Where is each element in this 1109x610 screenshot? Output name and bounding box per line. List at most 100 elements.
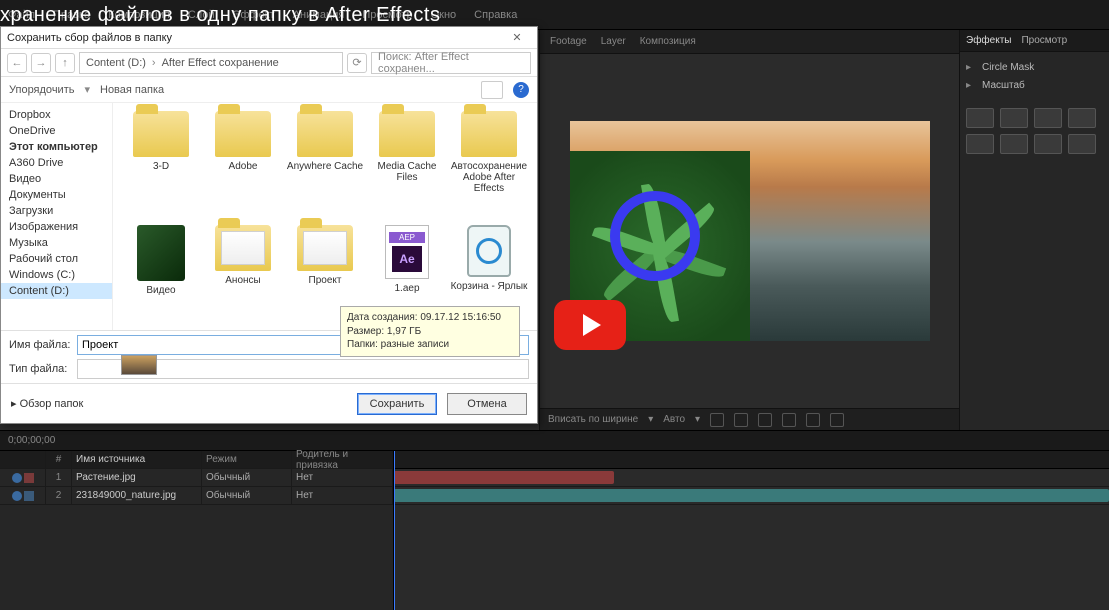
- preset-icon[interactable]: [1068, 134, 1096, 154]
- folder-icon: [133, 111, 189, 157]
- recycle-bin-icon: [467, 225, 511, 277]
- organize-menu[interactable]: Упорядочить: [9, 84, 74, 96]
- zoom-level[interactable]: Вписать по ширине: [548, 414, 638, 425]
- expand-folders-link[interactable]: ▸ Обзор папок: [11, 397, 83, 410]
- play-button[interactable]: [554, 300, 626, 350]
- image-thumb-icon: [137, 225, 185, 281]
- layer-number: 2: [46, 487, 72, 504]
- layer-bar[interactable]: [394, 489, 1109, 502]
- folder-icon: [379, 111, 435, 157]
- tree-item[interactable]: Dropbox: [1, 107, 112, 123]
- file-item[interactable]: 3-D: [121, 111, 201, 221]
- label-color[interactable]: [24, 491, 34, 501]
- preset-icon[interactable]: [966, 134, 994, 154]
- file-item[interactable]: Видео: [121, 225, 201, 330]
- menu-help[interactable]: Справка: [474, 9, 517, 21]
- eye-icon[interactable]: [12, 473, 22, 483]
- tree-item[interactable]: Рабочий стол: [1, 251, 112, 267]
- help-icon[interactable]: ?: [513, 82, 529, 98]
- mask-toggle-icon[interactable]: [734, 413, 748, 427]
- close-icon[interactable]: ✕: [503, 31, 531, 44]
- grid-toggle-icon[interactable]: [710, 413, 724, 427]
- preset-icon[interactable]: [1034, 134, 1062, 154]
- filetype-label: Тип файла:: [9, 363, 77, 375]
- effect-row[interactable]: ▸Масштаб: [966, 76, 1103, 94]
- viewer-tab-comp[interactable]: Композиция: [640, 36, 696, 47]
- file-grid[interactable]: 3-DAdobeAnywhere CacheMedia Cache FilesА…: [113, 103, 537, 330]
- timeline-timecode[interactable]: 0;00;00;00: [8, 435, 55, 446]
- navigation-tree[interactable]: DropboxOneDriveЭтот компьютерA360 DriveВ…: [1, 103, 113, 330]
- layer-row[interactable]: 2 231849000_nature.jpg Обычный Нет: [0, 487, 393, 505]
- effect-name: Масштаб: [982, 80, 1103, 91]
- save-button[interactable]: Сохранить: [357, 393, 437, 415]
- effect-row[interactable]: ▸Circle Mask: [966, 58, 1103, 76]
- tree-item[interactable]: Документы: [1, 187, 112, 203]
- folder-icon: [297, 111, 353, 157]
- resolution-setting[interactable]: Авто: [663, 414, 685, 425]
- refresh-icon[interactable]: ⟳: [347, 53, 367, 73]
- snapshot-icon[interactable]: [830, 413, 844, 427]
- tree-item[interactable]: Windows (C:): [1, 267, 112, 283]
- panel-tab-preview[interactable]: Просмотр: [1021, 35, 1067, 46]
- search-placeholder: Поиск: After Effect сохранен...: [378, 51, 524, 75]
- viewer-tab-layer[interactable]: Layer: [601, 36, 626, 47]
- viewer-canvas[interactable]: [540, 54, 959, 408]
- folder-icon: [297, 225, 353, 271]
- file-item[interactable]: Анонсы: [203, 225, 283, 330]
- file-item[interactable]: Adobe: [203, 111, 283, 221]
- tree-item[interactable]: A360 Drive: [1, 155, 112, 171]
- layer-parent[interactable]: Нет: [292, 487, 393, 504]
- breadcrumb[interactable]: Content (D:) › After Effect сохранение: [79, 52, 343, 74]
- tooltip-line: Размер: 1,97 ГБ: [347, 325, 513, 339]
- search-input[interactable]: Поиск: After Effect сохранен...: [371, 52, 531, 74]
- layer-bar[interactable]: [394, 471, 614, 484]
- layer-name: 231849000_nature.jpg: [72, 487, 202, 504]
- up-icon[interactable]: ↑: [55, 53, 75, 73]
- timeline-tracks[interactable]: [394, 451, 1109, 610]
- breadcrumb-segment[interactable]: Content (D:): [86, 57, 146, 69]
- video-title-overlay: хранение файлов в одну папку в After Eff…: [0, 4, 440, 27]
- tree-item[interactable]: Content (D:): [1, 283, 112, 299]
- preset-icon[interactable]: [1000, 108, 1028, 128]
- composition-viewer: Footage Layer Композиция Вписать по шири…: [540, 30, 959, 430]
- playhead[interactable]: [394, 451, 395, 610]
- preset-icon[interactable]: [966, 108, 994, 128]
- file-item[interactable]: Anywhere Cache: [285, 111, 365, 221]
- channel-toggle-icon[interactable]: [782, 413, 796, 427]
- file-item[interactable]: Media Cache Files: [367, 111, 447, 221]
- back-icon[interactable]: ←: [7, 53, 27, 73]
- effects-panel: Эффекты Просмотр ▸Circle Mask ▸Масштаб: [959, 30, 1109, 430]
- breadcrumb-segment[interactable]: After Effect сохранение: [162, 57, 279, 69]
- file-label: Media Cache Files: [367, 161, 447, 183]
- file-label: Корзина - Ярлык: [451, 281, 528, 292]
- tree-item[interactable]: Изображения: [1, 219, 112, 235]
- label-color[interactable]: [24, 473, 34, 483]
- new-folder-button[interactable]: Новая папка: [100, 84, 164, 96]
- timeline-tabs: 0;00;00;00: [0, 431, 1109, 451]
- tree-item[interactable]: Видео: [1, 171, 112, 187]
- layer-mode[interactable]: Обычный: [202, 487, 292, 504]
- col-mode: Режим: [202, 451, 292, 468]
- view-mode-icon[interactable]: [481, 81, 503, 99]
- layer-parent[interactable]: Нет: [292, 469, 393, 486]
- file-label: Видео: [146, 285, 175, 296]
- tree-item[interactable]: OneDrive: [1, 123, 112, 139]
- file-item[interactable]: Автосохранение Adobe After Effects: [449, 111, 529, 221]
- guides-toggle-icon[interactable]: [758, 413, 772, 427]
- layer-mode[interactable]: Обычный: [202, 469, 292, 486]
- viewer-tab-footage[interactable]: Footage: [550, 36, 587, 47]
- preset-icon[interactable]: [1068, 108, 1096, 128]
- forward-icon[interactable]: →: [31, 53, 51, 73]
- layer-list: # Имя источника Режим Родитель и привязк…: [0, 451, 394, 610]
- exposure-icon[interactable]: [806, 413, 820, 427]
- panel-tab-effects[interactable]: Эффекты: [966, 35, 1011, 46]
- layer-row[interactable]: 1 Растение.jpg Обычный Нет: [0, 469, 393, 487]
- tree-item[interactable]: Музыка: [1, 235, 112, 251]
- preset-icon[interactable]: [1000, 134, 1028, 154]
- cancel-button[interactable]: Отмена: [447, 393, 527, 415]
- tree-item[interactable]: Этот компьютер: [1, 139, 112, 155]
- time-ruler[interactable]: [394, 451, 1109, 469]
- preset-icon[interactable]: [1034, 108, 1062, 128]
- tree-item[interactable]: Загрузки: [1, 203, 112, 219]
- eye-icon[interactable]: [12, 491, 22, 501]
